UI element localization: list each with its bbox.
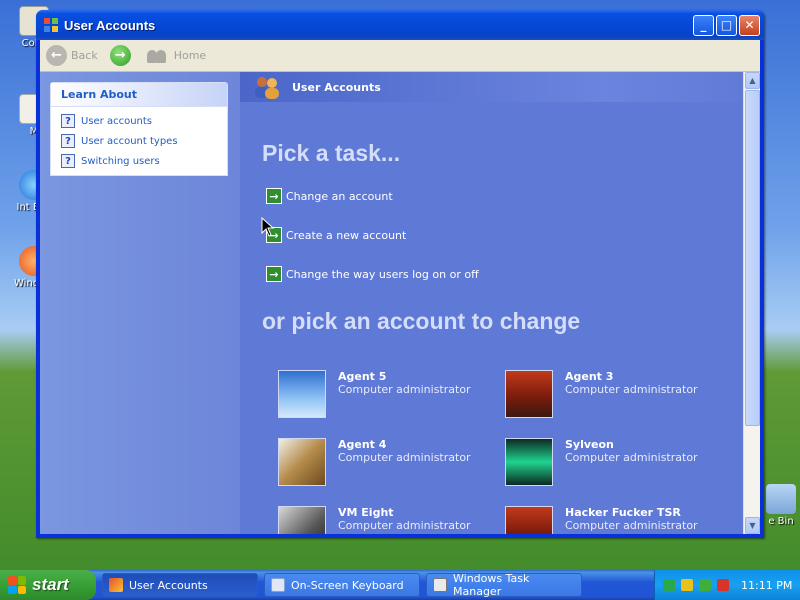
mouse-pointer-icon bbox=[261, 217, 275, 237]
maximize-button[interactable]: □ bbox=[716, 14, 737, 36]
back-arrow-icon: ← bbox=[46, 45, 67, 66]
chess-picture bbox=[505, 370, 553, 418]
banner: User Accounts bbox=[240, 72, 760, 102]
account-role: Computer administrator bbox=[565, 383, 698, 396]
taskbar: start User Accounts On-Screen Keyboard W… bbox=[0, 570, 800, 600]
help-question-icon: ? bbox=[61, 114, 75, 128]
home-button[interactable]: Home bbox=[146, 48, 207, 64]
learn-item-label: User account types bbox=[81, 135, 178, 147]
user-accounts-window: User Accounts _ □ ✕ ← Back → Home Learn … bbox=[36, 10, 764, 538]
taskbar-button-label: User Accounts bbox=[129, 578, 208, 592]
account-role: Computer administrator bbox=[338, 519, 471, 532]
account-agent-3[interactable]: Agent 3 Computer administrator bbox=[505, 370, 698, 418]
desktop-icon-label: e Bin bbox=[768, 516, 794, 527]
task-label: Change an account bbox=[286, 189, 393, 203]
user-accounts-icon bbox=[109, 578, 123, 592]
learn-item-user-account-types[interactable]: ? User account types bbox=[51, 131, 227, 151]
back-button[interactable]: ← Back bbox=[46, 45, 98, 66]
forward-button[interactable]: → bbox=[109, 45, 135, 66]
users-icon bbox=[255, 77, 279, 99]
taskbar-button-user-accounts[interactable]: User Accounts bbox=[102, 573, 258, 597]
taskbar-button-label: On-Screen Keyboard bbox=[291, 578, 404, 592]
left-pane: Learn About ? User accounts ? User accou… bbox=[40, 72, 240, 534]
desktop-icon-recycle-bin[interactable]: e Bin bbox=[762, 484, 800, 527]
learn-item-label: Switching users bbox=[81, 155, 160, 167]
account-role: Computer administrator bbox=[338, 383, 471, 396]
banner-title: User Accounts bbox=[292, 80, 381, 94]
window-content: Learn About ? User accounts ? User accou… bbox=[40, 72, 760, 534]
window-title: User Accounts bbox=[64, 17, 156, 33]
account-name: Agent 3 bbox=[565, 370, 614, 383]
update-icon[interactable] bbox=[699, 579, 711, 591]
close-button[interactable]: ✕ bbox=[739, 14, 760, 36]
account-name: VM Eight bbox=[338, 506, 394, 519]
help-question-icon: ? bbox=[61, 154, 75, 168]
task-create-account[interactable]: → Create a new account bbox=[266, 227, 406, 243]
taskbar-button-on-screen-keyboard[interactable]: On-Screen Keyboard bbox=[264, 573, 420, 597]
maximize-icon: □ bbox=[720, 18, 733, 32]
main-pane: User Accounts Pick a task... → Change an… bbox=[240, 72, 760, 534]
account-vm-eight[interactable]: VM Eight Computer administrator bbox=[278, 506, 471, 534]
learn-item-label: User accounts bbox=[81, 115, 153, 127]
toolbar: ← Back → Home bbox=[40, 40, 760, 72]
account-name: Agent 4 bbox=[338, 438, 387, 451]
clock[interactable]: 11:11 PM bbox=[741, 579, 792, 592]
task-manager-icon bbox=[433, 578, 447, 592]
start-label: start bbox=[32, 575, 69, 594]
account-hacker-fucker-tsr[interactable]: Hacker Fucker TSR Computer administrator bbox=[505, 506, 698, 534]
back-label: Back bbox=[71, 49, 98, 62]
taskbar-button-label: Windows Task Manager bbox=[453, 572, 530, 598]
recycle-bin-icon bbox=[766, 484, 796, 514]
task-label: Create a new account bbox=[286, 228, 407, 242]
vertical-scrollbar[interactable]: ▲ ▼ bbox=[743, 72, 760, 534]
account-role: Computer administrator bbox=[338, 451, 471, 464]
windows-logo-icon bbox=[8, 576, 26, 594]
learn-about-panel: Learn About ? User accounts ? User accou… bbox=[50, 82, 228, 176]
chevron-down-icon: ▼ bbox=[749, 521, 756, 530]
scroll-thumb[interactable] bbox=[745, 90, 760, 426]
help-question-icon: ? bbox=[61, 134, 75, 148]
minimize-icon: _ bbox=[700, 18, 707, 32]
scroll-down-button[interactable]: ▼ bbox=[745, 517, 760, 534]
system-tray: 11:11 PM bbox=[654, 570, 800, 600]
account-role: Computer administrator bbox=[565, 451, 698, 464]
account-agent-4[interactable]: Agent 4 Computer administrator bbox=[278, 438, 471, 486]
learn-item-switching-users[interactable]: ? Switching users bbox=[51, 151, 227, 171]
close-icon: ✕ bbox=[744, 18, 755, 32]
minimize-button[interactable]: _ bbox=[693, 14, 714, 36]
account-name: Hacker Fucker TSR bbox=[565, 506, 681, 519]
task-change-logon[interactable]: → Change the way users log on or off bbox=[266, 266, 479, 282]
security-alert-icon[interactable] bbox=[717, 579, 729, 591]
keyboard-icon bbox=[271, 578, 285, 592]
guitar-picture bbox=[278, 438, 326, 486]
title-bar[interactable]: User Accounts _ □ ✕ bbox=[36, 10, 764, 40]
chess-picture bbox=[505, 506, 553, 534]
green-arrow-icon: → bbox=[266, 266, 282, 282]
account-sylveon[interactable]: Sylveon Computer administrator bbox=[505, 438, 698, 486]
taskbar-button-task-manager[interactable]: Windows Task Manager bbox=[426, 572, 582, 598]
account-name: Agent 5 bbox=[338, 370, 387, 383]
learn-item-user-accounts[interactable]: ? User accounts bbox=[51, 111, 227, 131]
green-arrow-icon: → bbox=[266, 188, 282, 204]
account-agent-5[interactable]: Agent 5 Computer administrator bbox=[278, 370, 471, 418]
pick-task-heading: Pick a task... bbox=[262, 140, 401, 166]
account-name: Sylveon bbox=[565, 438, 614, 451]
learn-about-heading: Learn About bbox=[51, 83, 227, 107]
scroll-up-button[interactable]: ▲ bbox=[745, 72, 760, 89]
home-label: Home bbox=[173, 49, 207, 62]
user-accounts-icon bbox=[44, 18, 58, 32]
home-users-icon bbox=[146, 48, 169, 64]
airplane-picture bbox=[278, 370, 326, 418]
forward-arrow-icon: → bbox=[109, 45, 131, 66]
green-abstract-picture bbox=[505, 438, 553, 486]
start-button[interactable]: start bbox=[0, 570, 96, 600]
pick-account-heading: or pick an account to change bbox=[262, 308, 581, 334]
task-change-account[interactable]: → Change an account bbox=[266, 188, 393, 204]
network-icon[interactable] bbox=[663, 579, 675, 591]
task-label: Change the way users log on or off bbox=[286, 267, 479, 281]
chevron-up-icon: ▲ bbox=[749, 76, 756, 85]
horse-picture bbox=[278, 506, 326, 534]
account-role: Computer administrator bbox=[565, 519, 698, 532]
security-shield-icon[interactable] bbox=[681, 579, 693, 591]
